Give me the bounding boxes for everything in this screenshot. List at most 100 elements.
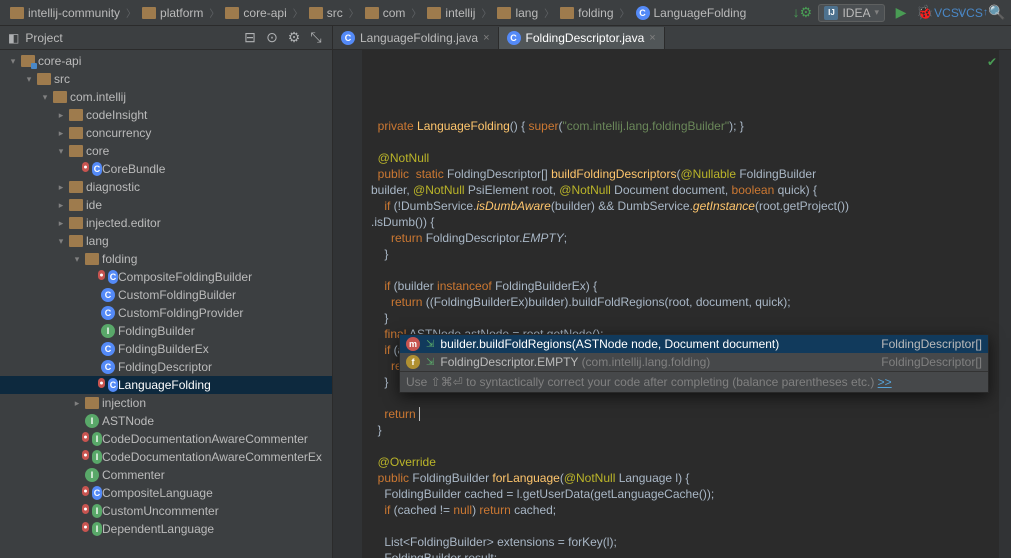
tree-item[interactable]: ●ICustomUncommenter <box>0 502 332 520</box>
completion-item[interactable]: f⇲FoldingDescriptor.EMPTY (com.intellij.… <box>400 353 988 371</box>
lock-icon: ● <box>82 450 89 460</box>
tree-arrow-icon[interactable]: ▾ <box>8 56 18 67</box>
interface-icon: I <box>92 432 102 446</box>
tree-arrow-icon[interactable]: ▾ <box>56 236 66 247</box>
tree-item[interactable]: ●CLanguageFolding <box>0 376 332 394</box>
completion-kind-icon: f <box>406 355 420 369</box>
package-icon <box>85 397 99 409</box>
tree-item[interactable]: ●IDependentLanguage <box>0 520 332 538</box>
project-tree[interactable]: ▾core-api▾src▾com.intellij▸codeInsight▸c… <box>0 50 332 558</box>
tree-item[interactable]: ●CCompositeFoldingBuilder <box>0 268 332 286</box>
breadcrumb-item[interactable]: intellij <box>423 4 479 22</box>
project-tool-header[interactable]: ◧ Project ⊟ ⊙ ⚙ ⤡ <box>0 26 332 50</box>
tree-item[interactable]: IFoldingBuilder <box>0 322 332 340</box>
gear-icon[interactable]: ⚙ <box>286 30 302 46</box>
close-icon[interactable]: × <box>483 32 489 44</box>
package-icon <box>69 235 83 247</box>
tree-item[interactable]: ▾folding <box>0 250 332 268</box>
editor-gutter[interactable] <box>333 50 363 558</box>
tree-item[interactable]: ICommenter <box>0 466 332 484</box>
completion-hint-link[interactable]: >> <box>878 375 892 389</box>
breadcrumb-item[interactable]: com <box>361 4 410 22</box>
breadcrumb-item[interactable]: CLanguageFolding <box>632 4 751 22</box>
tree-item-label: CompositeFoldingBuilder <box>118 270 252 284</box>
breadcrumb-item[interactable]: lang <box>493 4 542 22</box>
class-icon: C <box>636 6 650 20</box>
tree-item[interactable]: IASTNode <box>0 412 332 430</box>
tree-item[interactable]: ●CCoreBundle <box>0 160 332 178</box>
tree-item-label: CustomFoldingProvider <box>118 306 243 320</box>
breadcrumb-item[interactable]: platform <box>138 4 207 22</box>
package-icon <box>69 109 83 121</box>
class-icon: C <box>108 270 118 284</box>
debug-icon[interactable]: 🐞 <box>917 5 933 21</box>
tree-item[interactable]: CFoldingDescriptor <box>0 358 332 376</box>
tree-item[interactable]: ▾core-api <box>0 52 332 70</box>
breadcrumb-separator: 〉 <box>620 5 630 20</box>
folder-icon <box>427 7 441 19</box>
tree-item-label: CoreBundle <box>102 162 165 176</box>
editor-tab[interactable]: CLanguageFolding.java× <box>333 27 499 49</box>
completion-item[interactable]: m⇲builder.buildFoldRegions(ASTNode node,… <box>400 335 988 353</box>
breadcrumb-separator: 〉 <box>481 5 491 20</box>
tree-item[interactable]: ▸codeInsight <box>0 106 332 124</box>
class-icon: C <box>92 486 102 500</box>
vcs-commit-icon[interactable]: VCS↑ <box>965 5 981 21</box>
project-tool-window: ◧ Project ⊟ ⊙ ⚙ ⤡ ▾core-api▾src▾com.inte… <box>0 26 333 558</box>
lock-icon: ● <box>82 486 89 496</box>
tree-item[interactable]: ▾src <box>0 70 332 88</box>
tree-item[interactable]: ▸ injected.editor <box>0 214 332 232</box>
tree-arrow-icon[interactable]: ▸ <box>56 200 66 211</box>
breadcrumb-item[interactable]: core-api <box>221 4 290 22</box>
tree-item[interactable]: CCustomFoldingProvider <box>0 304 332 322</box>
hide-icon[interactable]: ⤡ <box>308 30 324 46</box>
run-config-combo[interactable]: IJ IDEA ▾ <box>818 4 885 22</box>
tree-arrow-icon[interactable]: ▾ <box>40 92 50 103</box>
tree-arrow-icon[interactable]: ▾ <box>72 254 82 265</box>
tree-item[interactable]: ▸diagnostic <box>0 178 332 196</box>
tree-item[interactable]: ▾lang <box>0 232 332 250</box>
tree-item[interactable]: ▸injection <box>0 394 332 412</box>
tree-arrow-icon[interactable]: ▸ <box>56 128 66 139</box>
search-icon[interactable]: 🔍 <box>989 5 1005 21</box>
tree-arrow-icon[interactable]: ▸ <box>72 398 82 409</box>
breadcrumb-item[interactable]: folding <box>556 4 617 22</box>
editor-tab[interactable]: CFoldingDescriptor.java× <box>499 27 665 49</box>
tree-item-label: FoldingDescriptor <box>118 360 212 374</box>
tree-item-label: CodeDocumentationAwareCommenterEx <box>102 450 322 464</box>
completion-popup[interactable]: m⇲builder.buildFoldRegions(ASTNode node,… <box>399 334 989 393</box>
collapse-icon[interactable]: ⊟ <box>242 30 258 46</box>
editor[interactable]: ✔ private LanguageFolding() { super("com… <box>333 50 1011 558</box>
run-icon[interactable]: ▶ <box>893 5 909 21</box>
tree-item[interactable]: ▸concurrency <box>0 124 332 142</box>
tree-item[interactable]: CCustomFoldingBuilder <box>0 286 332 304</box>
package-icon <box>69 217 83 229</box>
vcs-update-icon[interactable]: VCS↓ <box>941 5 957 21</box>
tree-item-label: DependentLanguage <box>102 522 214 536</box>
interface-icon: I <box>92 504 102 518</box>
package-icon <box>85 253 99 265</box>
tree-arrow-icon[interactable]: ▾ <box>56 146 66 157</box>
tree-arrow-icon[interactable]: ▸ <box>56 182 66 193</box>
breadcrumb-item[interactable]: intellij-community <box>6 4 124 22</box>
tree-item[interactable]: CFoldingBuilderEx <box>0 340 332 358</box>
tree-arrow-icon[interactable]: ▾ <box>24 74 34 85</box>
tab-label: FoldingDescriptor.java <box>526 31 645 45</box>
tree-item[interactable]: ●ICodeDocumentationAwareCommenter <box>0 430 332 448</box>
tree-item-label: injected.editor <box>86 216 161 230</box>
close-icon[interactable]: × <box>649 32 655 44</box>
tree-arrow-icon[interactable]: ▸ <box>56 110 66 121</box>
editor-code[interactable]: ✔ private LanguageFolding() { super("com… <box>363 50 999 558</box>
inspection-ok-icon[interactable]: ✔ <box>987 54 997 70</box>
tree-item[interactable]: ▾com.intellij <box>0 88 332 106</box>
tree-item[interactable]: ▾core <box>0 142 332 160</box>
tree-item[interactable]: ●CCompositeLanguage <box>0 484 332 502</box>
insert-icon: ⇲ <box>426 357 434 368</box>
compile-icon[interactable]: ↓⚙ <box>794 5 810 21</box>
breadcrumb-item[interactable]: src <box>305 4 347 22</box>
tree-item[interactable]: ▸ide <box>0 196 332 214</box>
tree-item[interactable]: ●ICodeDocumentationAwareCommenterEx <box>0 448 332 466</box>
tree-arrow-icon[interactable]: ▸ <box>56 218 66 229</box>
error-stripe[interactable] <box>999 50 1011 558</box>
autoscroll-icon[interactable]: ⊙ <box>264 30 280 46</box>
